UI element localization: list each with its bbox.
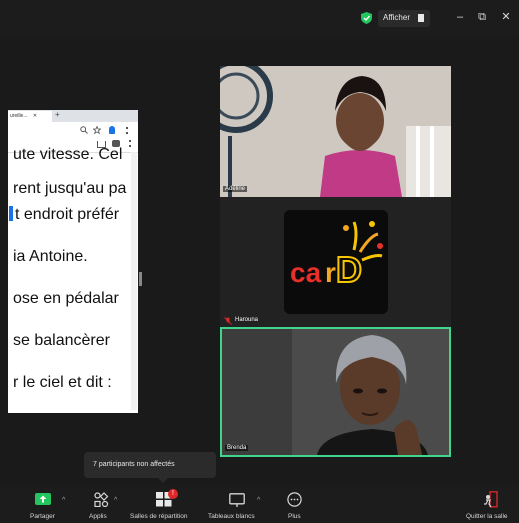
leave-room-icon (484, 491, 498, 508)
menu-dots-icon[interactable] (129, 140, 133, 147)
card-logo-icon: ca r D (290, 221, 383, 291)
star-icon[interactable] (93, 126, 101, 134)
participant-video (222, 329, 449, 455)
notification-badge: ! (168, 489, 178, 499)
whiteboard-icon (229, 493, 245, 507)
svg-text:r: r (325, 257, 336, 288)
video-tile[interactable]: Adéline (220, 66, 451, 197)
more-icon (287, 492, 302, 507)
resize-handle[interactable] (139, 272, 142, 286)
chevron-up-icon[interactable]: ^ (257, 497, 260, 504)
minimize-icon[interactable]: – (449, 6, 471, 28)
whiteboards-label: Tableaux blancs (208, 513, 255, 520)
apps-label: Applis (89, 513, 107, 520)
text-cursor (9, 206, 13, 221)
document-line: ose en pédalar (13, 290, 119, 307)
document-line: rent jusqu'au pa (13, 180, 127, 197)
share-label: Partager (30, 513, 55, 520)
browser-tab-bar: ureille... ✕ + (8, 110, 138, 122)
participant-name: Adéline (223, 186, 248, 192)
active-speaker-tile[interactable]: Brenda (220, 327, 451, 457)
apps-icon (94, 492, 109, 507)
new-tab-icon[interactable]: + (55, 110, 60, 119)
shared-screen[interactable]: ureille... ✕ + ute vitesse. Cel rent jus… (8, 110, 138, 413)
chevron-up-icon[interactable]: ^ (114, 497, 117, 504)
profile-picture: ca r D (284, 210, 388, 314)
participant-name: Brenda (225, 445, 249, 451)
video-tile[interactable]: ca r D Harouna (220, 197, 451, 328)
svg-text:D: D (336, 249, 362, 290)
search-icon[interactable] (80, 126, 88, 134)
grid-icon (418, 14, 424, 22)
document-line: se balancèrer (13, 332, 110, 349)
participant-video (220, 66, 451, 197)
tooltip: 7 participants non affectés (84, 452, 216, 478)
leave-room-label: Quitter la salle (466, 513, 508, 520)
profile-icon[interactable] (109, 126, 115, 134)
restore-icon[interactable]: ⧉ (471, 6, 493, 28)
participant-name: Harouna (235, 317, 259, 323)
scrollbar[interactable] (131, 152, 137, 410)
shield-check-icon[interactable] (361, 12, 372, 24)
document-line: ute vitesse. Cel (13, 146, 123, 163)
view-label: Afficher (383, 13, 410, 22)
browser-tab-title: ureille... (10, 113, 28, 119)
more-label: Plus (288, 513, 301, 520)
title-bar: Afficher – ⧉ ✕ (0, 0, 519, 36)
svg-text:ca: ca (290, 257, 322, 288)
document-line: ia Antoine. (13, 248, 88, 265)
document-line: t endroit préfér (9, 206, 119, 224)
meeting-toolbar: ^ Partager ^ Applis ! Salles de répartit… (0, 485, 519, 523)
close-tab-icon[interactable]: ✕ (33, 113, 37, 119)
tooltip-arrow (158, 478, 168, 483)
chevron-up-icon[interactable]: ^ (62, 497, 65, 504)
tooltip-text: 7 participants non affectés (93, 461, 175, 468)
document-line: r le ciel et dit : (13, 374, 112, 391)
share-screen-icon (35, 493, 51, 505)
muted-mic-icon (224, 317, 232, 325)
menu-dots-icon[interactable] (126, 127, 130, 134)
close-icon[interactable]: ✕ (495, 6, 517, 28)
browser-tab[interactable]: ureille... ✕ (8, 111, 52, 122)
breakout-rooms-label: Salles de répartition (130, 513, 188, 520)
document-line-text: t endroit préfér (15, 206, 120, 223)
